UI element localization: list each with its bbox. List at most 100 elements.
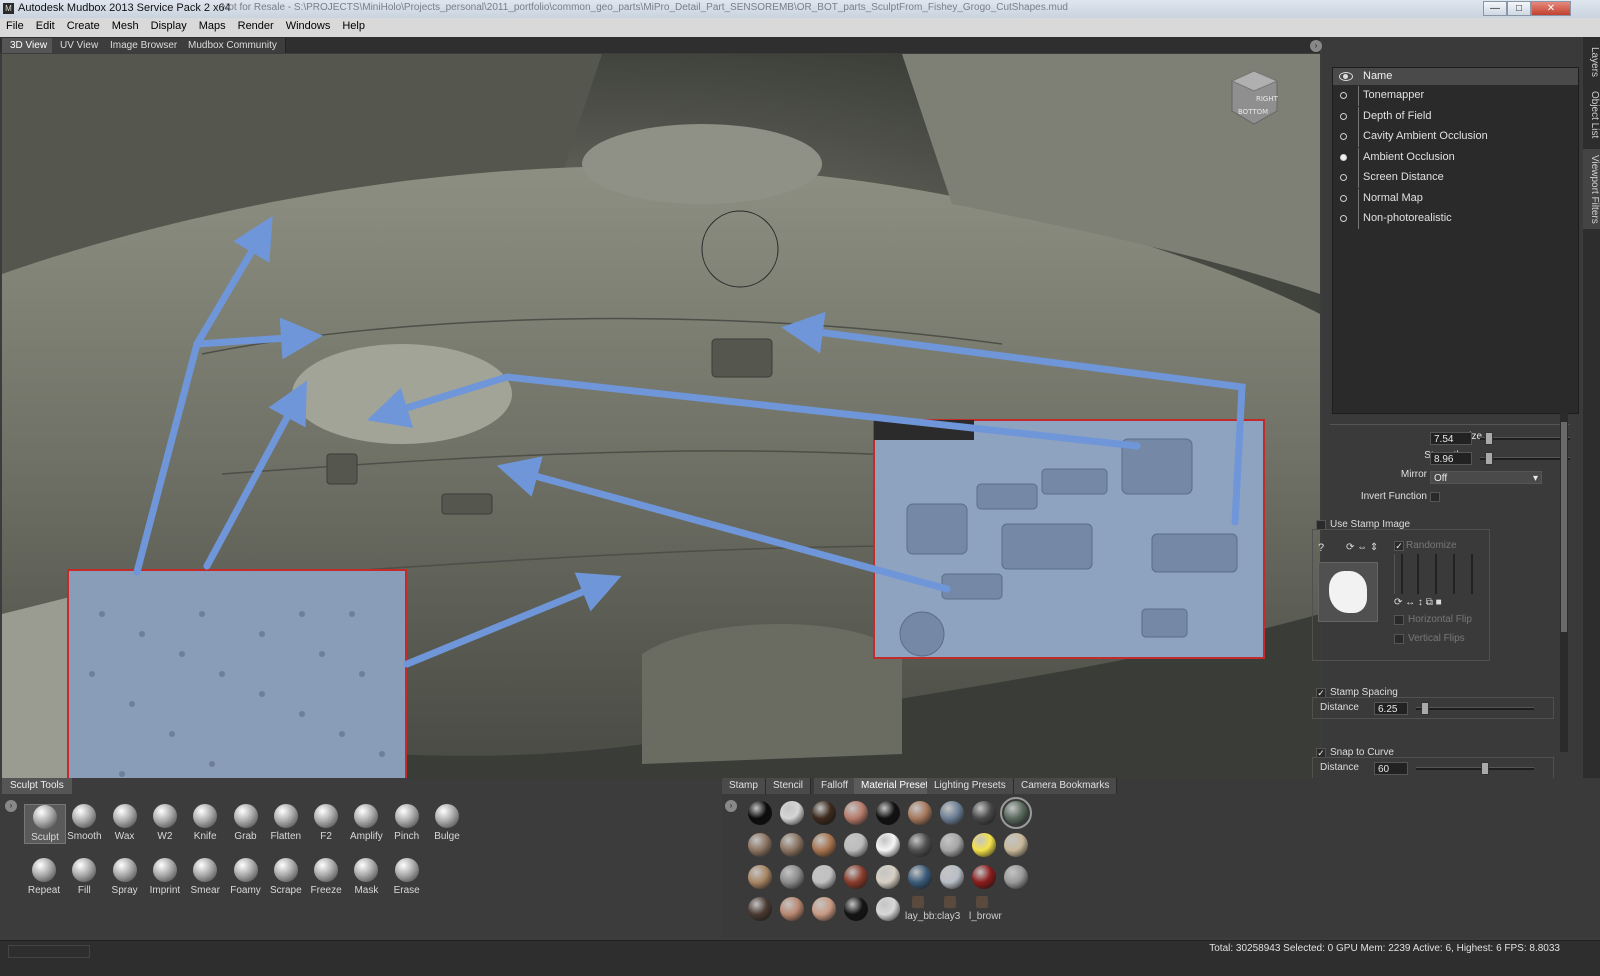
material-swatch[interactable] [972, 833, 996, 857]
help-icon[interactable]: ? [1318, 542, 1328, 554]
material-swatch[interactable] [780, 897, 804, 921]
filter-toggle-icon[interactable] [1340, 133, 1347, 140]
tab-uv-view[interactable]: UV View [52, 38, 108, 53]
material-swatch[interactable] [1004, 865, 1028, 889]
tab-mudbox-community[interactable]: Mudbox Community [180, 38, 286, 53]
eye-icon[interactable] [1339, 72, 1353, 81]
horizontal-flip-checkbox[interactable] [1394, 615, 1404, 625]
material-swatch[interactable] [940, 801, 964, 825]
snap-distance-slider-knob[interactable] [1481, 762, 1489, 775]
vertical-flip-checkbox[interactable] [1394, 634, 1404, 644]
filter-row[interactable]: Non-photorealistic [1333, 209, 1578, 229]
viewcube[interactable]: RIGHT BOTTOM [1222, 66, 1282, 128]
material-swatch[interactable] [908, 865, 932, 889]
material-swatch[interactable] [1004, 833, 1028, 857]
tool-mask[interactable]: Mask [346, 858, 386, 896]
material-swatch[interactable] [780, 833, 804, 857]
material-swatch[interactable] [908, 833, 932, 857]
strength-slider-knob[interactable] [1485, 452, 1493, 465]
material-swatch[interactable] [844, 833, 868, 857]
material-swatch[interactable] [812, 897, 836, 921]
tool-fill[interactable]: Fill [64, 858, 104, 896]
tool-grab[interactable]: Grab [226, 804, 266, 842]
randomize-sliders[interactable] [1394, 554, 1473, 594]
filter-toggle-icon[interactable] [1340, 194, 1347, 202]
mirror-dropdown[interactable]: Off ▾ [1430, 471, 1542, 484]
menu-create[interactable]: Create [61, 18, 106, 34]
close-button[interactable]: ✕ [1531, 1, 1571, 16]
tool-f2[interactable]: F2 [306, 804, 346, 842]
material-swatch[interactable] [812, 801, 836, 825]
side-tab-layers[interactable]: Layers [1583, 43, 1600, 81]
material-texture-swatch[interactable] [912, 896, 924, 908]
tab-stencil[interactable]: Stencil [766, 778, 812, 794]
material-swatch[interactable] [940, 833, 964, 857]
material-swatch[interactable] [780, 865, 804, 889]
tool-wax[interactable]: Wax [105, 804, 145, 842]
material-swatch[interactable] [812, 865, 836, 889]
material-texture-swatch[interactable] [944, 896, 956, 908]
stamp-distance-slider-knob[interactable] [1421, 702, 1429, 715]
material-swatch[interactable] [876, 865, 900, 889]
size-slider-knob[interactable] [1485, 432, 1493, 445]
menu-help[interactable]: Help [336, 18, 371, 34]
material-swatch[interactable] [844, 865, 868, 889]
snap-distance-field[interactable]: 60 [1374, 762, 1408, 775]
tool-smear[interactable]: Smear [185, 858, 225, 896]
filter-row[interactable]: Cavity Ambient Occlusion [1333, 127, 1578, 147]
tab-lighting-presets[interactable]: Lighting Presets [927, 778, 1014, 794]
menu-file[interactable]: File [0, 18, 30, 34]
menu-mesh[interactable]: Mesh [106, 18, 145, 34]
material-swatch[interactable] [748, 897, 772, 921]
filter-toggle-icon[interactable] [1340, 174, 1347, 181]
sculpt-tools-tab[interactable]: Sculpt Tools [2, 778, 72, 794]
tab-3d-view[interactable]: 3D View [2, 38, 57, 53]
filter-row[interactable]: Ambient Occlusion [1333, 147, 1578, 168]
material-swatch[interactable] [876, 801, 900, 825]
side-tab-viewport-filters[interactable]: Viewport Filters [1583, 149, 1600, 229]
tool-imprint[interactable]: Imprint [145, 858, 185, 896]
material-swatch[interactable] [748, 833, 772, 857]
material-swatch[interactable] [748, 865, 772, 889]
tool-freeze[interactable]: Freeze [306, 858, 346, 896]
minimize-button[interactable]: — [1483, 1, 1507, 16]
material-swatch[interactable] [844, 897, 868, 921]
collapse-panel-icon[interactable]: › [1310, 40, 1322, 52]
tool-amplify[interactable]: Amplify [346, 804, 386, 842]
material-swatch[interactable] [972, 801, 996, 825]
material-swatch[interactable] [908, 801, 932, 825]
menu-maps[interactable]: Maps [193, 18, 232, 34]
material-swatch[interactable] [1000, 797, 1032, 829]
tab-stamp[interactable]: Stamp [722, 778, 766, 794]
material-swatch[interactable] [972, 865, 996, 889]
filter-row[interactable]: Tonemapper [1333, 86, 1578, 106]
strength-field[interactable]: 8.96 [1430, 452, 1472, 465]
tool-sculpt[interactable]: Sculpt [24, 804, 66, 844]
expand-tray-icon[interactable]: › [725, 800, 737, 812]
tool-smooth[interactable]: Smooth [64, 804, 104, 842]
rotate-arrows-icon[interactable]: ⟳ ⇔ ⇕ [1346, 542, 1378, 553]
expand-tray-icon[interactable]: › [5, 800, 17, 812]
material-swatch[interactable] [812, 833, 836, 857]
filter-toggle-icon[interactable] [1340, 153, 1347, 161]
tool-repeat[interactable]: Repeat [24, 858, 64, 896]
properties-scrollbar[interactable] [1560, 412, 1568, 752]
tab-image-browser[interactable]: Image Browser [102, 38, 187, 53]
side-tab-object-list[interactable]: Object List [1583, 89, 1600, 141]
randomize-checkbox[interactable]: ✓ [1394, 541, 1404, 551]
material-swatch[interactable] [876, 897, 900, 921]
tool-foamy[interactable]: Foamy [226, 858, 266, 896]
material-swatch[interactable] [876, 833, 900, 857]
tool-bulge[interactable]: Bulge [427, 804, 467, 842]
filter-row[interactable]: Screen Distance [1333, 168, 1578, 188]
tool-flatten[interactable]: Flatten [266, 804, 306, 842]
tool-knife[interactable]: Knife [185, 804, 225, 842]
menu-render[interactable]: Render [232, 18, 280, 34]
tab-falloff[interactable]: Falloff [814, 778, 857, 794]
menu-display[interactable]: Display [145, 18, 193, 34]
scrollbar-thumb[interactable] [1561, 422, 1567, 632]
tool-pinch[interactable]: Pinch [387, 804, 427, 842]
size-field[interactable]: 7.54 [1430, 432, 1472, 445]
filter-row[interactable]: Normal Map [1333, 188, 1578, 209]
randomize-icons[interactable]: ⟳ ↔ ↕ ⧉ ■ [1394, 597, 1442, 608]
